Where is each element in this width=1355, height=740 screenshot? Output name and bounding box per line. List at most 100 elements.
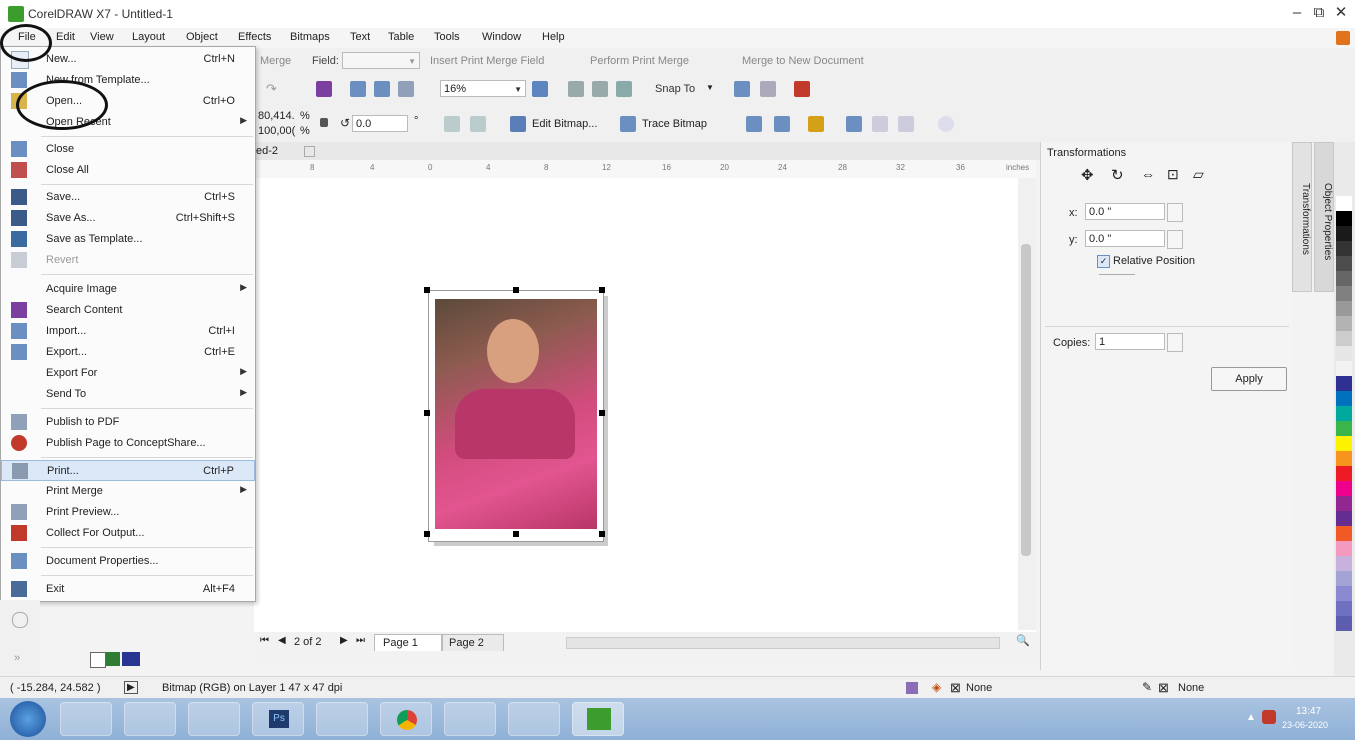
object-properties-side-tab[interactable]: Object Properties — [1314, 142, 1334, 292]
palette-swatch[interactable] — [1336, 571, 1352, 586]
selection-handle[interactable] — [513, 531, 519, 537]
vertical-scrollbar[interactable] — [1018, 178, 1036, 630]
wrap-text-icon[interactable] — [872, 116, 888, 132]
palette-swatch[interactable] — [1336, 361, 1352, 376]
scale-x-value[interactable]: 80,414. — [258, 110, 295, 122]
palette-swatch[interactable] — [1336, 286, 1352, 301]
palette-swatch[interactable] — [1336, 271, 1352, 286]
snap-to-button[interactable]: Snap To — [655, 83, 695, 95]
palette-swatch[interactable] — [1336, 541, 1352, 556]
palette-swatch[interactable] — [1336, 301, 1352, 316]
selection-handle[interactable] — [424, 410, 430, 416]
taskbar-calculator-icon[interactable] — [444, 702, 496, 736]
play-icon[interactable]: ▶ — [124, 681, 138, 694]
menu-effects[interactable]: Effects — [238, 31, 271, 43]
menu-item-document-properties[interactable]: Document Properties... — [1, 551, 255, 572]
size-icon[interactable]: ⊡ — [1167, 166, 1179, 183]
palette-swatch[interactable] — [1336, 406, 1352, 421]
menu-item-save-as-template[interactable]: Save as Template... — [1, 229, 255, 250]
close-button[interactable]: ✕ — [1330, 4, 1352, 22]
menu-item-publish-conceptshare[interactable]: Publish Page to ConceptShare... — [1, 433, 255, 454]
palette-swatch[interactable] — [1336, 601, 1352, 616]
resample-icon[interactable] — [774, 116, 790, 132]
perform-print-merge-button[interactable]: Perform Print Merge — [590, 55, 689, 67]
application-launcher-icon[interactable] — [760, 81, 776, 97]
page-tab-1[interactable]: Page 1 — [374, 634, 442, 651]
publish-pdf-icon[interactable] — [398, 81, 414, 97]
edit-bitmap-button[interactable]: Edit Bitmap... — [532, 118, 597, 130]
redo-icon[interactable]: ↷ — [266, 81, 277, 97]
menu-window[interactable]: Window — [482, 31, 521, 43]
palette-swatch[interactable] — [1336, 256, 1352, 271]
hyperlink-icon[interactable] — [846, 116, 862, 132]
menu-item-send-to[interactable]: Send To ▶ — [1, 384, 255, 405]
new-tab-icon[interactable] — [304, 146, 315, 157]
palette-swatch[interactable] — [1336, 556, 1352, 571]
palette-swatch[interactable] — [1336, 451, 1352, 466]
palette-swatch[interactable] — [1336, 481, 1352, 496]
to-front-icon[interactable] — [898, 116, 914, 132]
menu-item-search-content[interactable]: Search Content — [1, 300, 255, 321]
minimize-button[interactable]: – — [1286, 4, 1308, 22]
selection-handle[interactable] — [599, 410, 605, 416]
transformations-side-tab[interactable]: Transformations — [1292, 142, 1312, 292]
menu-table[interactable]: Table — [388, 31, 414, 43]
menu-help[interactable]: Help — [542, 31, 565, 43]
menu-item-close[interactable]: Close — [1, 139, 255, 160]
no-color-swatch[interactable] — [90, 652, 106, 668]
palette-swatch[interactable] — [1336, 196, 1352, 211]
first-page-icon[interactable]: ⏮ — [260, 635, 269, 646]
taskbar-chrome-icon[interactable] — [380, 702, 432, 736]
taskbar-ie-icon[interactable] — [60, 702, 112, 736]
launch-icon[interactable] — [794, 81, 810, 97]
menu-bitmaps[interactable]: Bitmaps — [290, 31, 330, 43]
palette-swatch[interactable] — [1336, 436, 1352, 451]
scale-mirror-icon[interactable]: ⇔ — [1141, 166, 1155, 182]
palette-swatch[interactable] — [1336, 586, 1352, 601]
restore-button[interactable]: ⧉ — [1308, 4, 1330, 22]
taskbar-paint-icon[interactable] — [508, 702, 560, 736]
position-icon[interactable]: ✥ — [1081, 166, 1094, 184]
cycle-icon[interactable] — [938, 116, 954, 132]
mirror-vertical-icon[interactable] — [470, 116, 486, 132]
vertical-scroll-thumb[interactable] — [1021, 244, 1031, 556]
palette-swatch[interactable] — [1336, 211, 1352, 226]
previous-page-icon[interactable]: ◀ — [278, 635, 286, 646]
full-screen-icon[interactable] — [532, 81, 548, 97]
menu-text[interactable]: Text — [350, 31, 370, 43]
selection-handle[interactable] — [599, 531, 605, 537]
palette-swatch[interactable] — [1336, 346, 1352, 361]
selection-handle[interactable] — [599, 287, 605, 293]
taskbar-messenger-icon[interactable] — [316, 702, 368, 736]
menu-item-import[interactable]: Import... Ctrl+I — [1, 321, 255, 342]
taskbar-photoshop-icon[interactable]: Ps — [252, 702, 304, 736]
trace-bitmap-button[interactable]: Trace Bitmap — [642, 118, 707, 130]
horizontal-scrollbar[interactable] — [566, 637, 1000, 649]
tray-chevron-icon[interactable]: ▲ — [1246, 712, 1256, 723]
palette-swatch[interactable] — [1336, 466, 1352, 481]
crop-bitmap-icon[interactable] — [746, 116, 762, 132]
document-tab-untitled-2[interactable]: ed-2 — [256, 145, 278, 157]
menu-item-save-as[interactable]: Save As... Ctrl+Shift+S — [1, 208, 255, 229]
bitmap-color-mask-icon[interactable] — [808, 116, 824, 132]
menu-item-save[interactable]: Save... Ctrl+S — [1, 187, 255, 208]
color-proof-icon[interactable] — [906, 682, 918, 694]
mirror-horizontal-icon[interactable] — [444, 116, 460, 132]
palette-swatch[interactable] — [1336, 241, 1352, 256]
green-swatch[interactable] — [106, 652, 120, 666]
menu-item-export[interactable]: Export... Ctrl+E — [1, 342, 255, 363]
menu-item-close-all[interactable]: Close All — [1, 160, 255, 181]
palette-swatch[interactable] — [1336, 391, 1352, 406]
search-content-icon[interactable] — [316, 81, 332, 97]
help-user-icon[interactable] — [1336, 31, 1350, 45]
menu-item-print-preview[interactable]: Print Preview... — [1, 502, 255, 523]
taskbar-explorer-icon[interactable] — [124, 702, 176, 736]
zoom-level-dropdown[interactable]: 16% ▼ — [440, 80, 526, 97]
palette-swatch[interactable] — [1336, 616, 1352, 631]
selection-handle[interactable] — [424, 287, 430, 293]
next-page-icon[interactable]: ▶ — [340, 635, 348, 646]
menu-item-acquire-image[interactable]: Acquire Image ▶ — [1, 279, 255, 300]
palette-swatch[interactable] — [1336, 496, 1352, 511]
palette-swatch[interactable] — [1336, 331, 1352, 346]
menu-item-print[interactable]: Print... Ctrl+P — [1, 460, 255, 481]
